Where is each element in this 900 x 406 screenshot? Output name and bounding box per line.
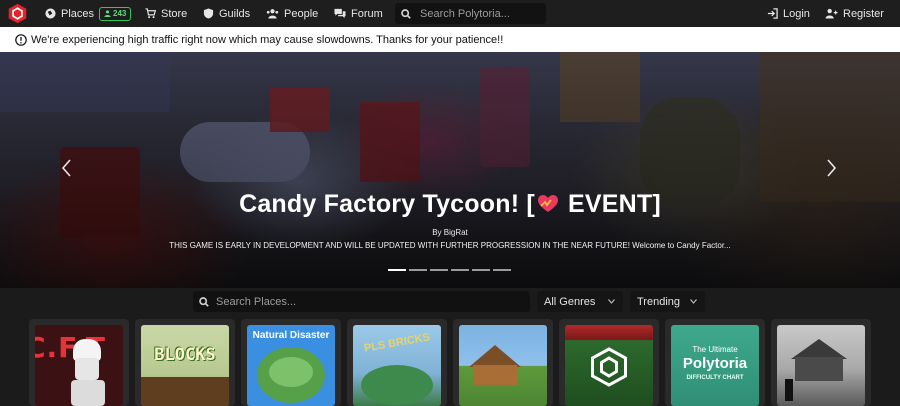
nav-store-link[interactable]: Store [145,0,187,27]
chevron-down-icon [608,299,615,304]
place-thumbnail-subtext: The Ultimate [692,345,738,354]
register-link[interactable]: Register [825,0,884,27]
place-thumbnail [777,325,865,406]
place-card[interactable] [559,319,659,406]
register-label: Register [843,7,884,20]
thumb-island-top-shape [269,357,313,387]
site-search[interactable] [395,3,546,24]
places-count: 243 [113,9,127,18]
thumb-ground-shape [141,377,229,406]
top-navbar: Places 243 Store Guilds People Forum Log… [0,0,900,27]
featured-place-carousel[interactable]: Candy Factory Tycoon! [ EVENT] By BigRat… [0,52,900,288]
carousel-dot[interactable] [409,269,427,271]
place-thumbnail-text: Polytoria [682,355,748,372]
nav-people-link[interactable]: People [266,0,318,27]
places-search-input[interactable] [216,295,516,308]
place-card[interactable] [771,319,871,406]
place-card[interactable]: The Ultimate Polytoria DIFFICULTY CHART [665,319,765,406]
featured-place-author[interactable]: By BigRat [0,228,900,237]
genre-select[interactable]: All Genres [537,291,623,312]
comments-icon [334,8,346,19]
place-thumbnail: Natural Disaster [247,325,335,406]
place-thumbnail [565,325,653,406]
chef-body-shape [71,380,105,406]
place-card[interactable]: Natural Disaster [241,319,341,406]
place-thumbnail: C.F.T [35,325,123,406]
sort-select-value: Trending [637,295,681,308]
login-icon [767,8,778,19]
thumb-roof-shape [469,345,521,367]
carousel-dot[interactable] [451,269,469,271]
search-icon [199,296,209,307]
chef-head-shape [75,358,99,380]
title-text-start: Candy Factory Tycoon! [ [239,190,535,218]
alert-circle-icon [15,33,27,46]
chevron-left-icon [61,159,71,177]
place-thumbnail: The Ultimate Polytoria DIFFICULTY CHART [671,325,759,406]
heart-icon [537,195,558,212]
thumb-character-shape [785,379,793,401]
site-search-input[interactable] [420,7,538,20]
login-label: Login [783,7,810,20]
nav-places-link[interactable]: Places 243 [45,0,132,27]
carousel-indicators [388,269,511,271]
carousel-dot[interactable] [430,269,448,271]
user-plus-icon [825,8,838,19]
chevron-right-icon [827,159,837,177]
place-thumbnail-subtext: DIFFICULTY CHART [686,375,744,381]
nav-store-label: Store [161,7,188,20]
thumb-roof-shape [791,339,847,359]
nav-forum-link[interactable]: Forum [334,0,383,27]
nav-forum-label: Forum [351,7,383,20]
search-icon [401,8,411,19]
place-thumbnail-text: Natural Disaster [252,330,330,341]
place-card[interactable]: BLOCKS [135,319,235,406]
shield-icon [203,8,214,19]
place-card[interactable]: PLS BRICKS [347,319,447,406]
place-thumbnail: BLOCKS [141,325,229,406]
nav-people-label: People [284,7,319,20]
nav-guilds-label: Guilds [219,7,251,20]
thumb-house-shape [473,365,517,385]
hero-overlay [0,52,900,288]
places-icon [45,8,56,19]
featured-place-description: THIS GAME IS EARLY IN DEVELOPMENT AND WI… [169,241,731,250]
place-thumbnail [459,325,547,406]
featured-place-title[interactable]: Candy Factory Tycoon! [ EVENT] [0,190,900,219]
place-thumbnail-text: BLOCKS [154,345,216,365]
nav-places-label: Places [61,7,95,20]
place-thumbnail: PLS BRICKS [353,325,441,406]
notice-text: We're experiencing high traffic right no… [31,33,504,46]
genre-select-value: All Genres [544,295,596,308]
places-search[interactable] [193,291,530,312]
place-card[interactable]: C.F.T [29,319,129,406]
places-count-badge: 243 [99,6,132,21]
place-card[interactable] [453,319,553,406]
login-link[interactable]: Login [767,0,810,27]
nav-guilds-link[interactable]: Guilds [203,0,250,27]
carousel-prev-button[interactable] [60,158,74,178]
polytoria-logo-icon [591,347,627,387]
thumb-house-shape [795,357,843,381]
chevron-down-icon [690,299,697,304]
polytoria-logo-icon[interactable] [7,3,28,24]
users-icon [266,9,279,19]
carousel-dot[interactable] [388,269,406,271]
place-thumbnail-text: PLS BRICKS [363,331,431,355]
thumb-island-shape [361,365,433,405]
title-text-end: EVENT] [560,190,661,218]
user-icon [104,10,111,17]
carousel-dot[interactable] [472,269,490,271]
carousel-dot[interactable] [493,269,511,271]
carousel-next-button[interactable] [824,158,838,178]
traffic-notice-banner: We're experiencing high traffic right no… [0,27,900,52]
cart-icon [145,8,156,19]
sort-select[interactable]: Trending [630,291,705,312]
